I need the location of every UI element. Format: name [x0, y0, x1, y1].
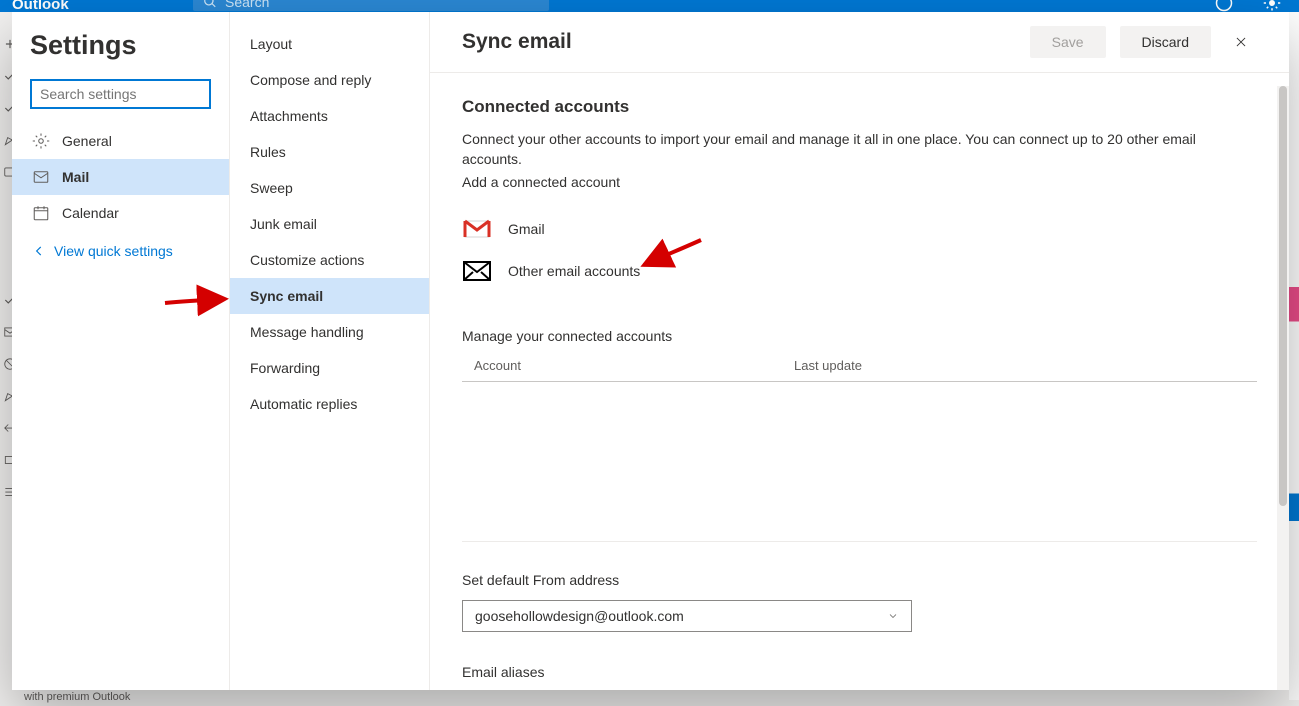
settings-dialog: Settings General Mail Calendar View quic… — [12, 12, 1289, 690]
sub-label: Sync email — [250, 288, 323, 304]
add-gmail-option[interactable]: Gmail — [462, 208, 1257, 250]
gmail-icon — [462, 219, 492, 239]
sub-label: Automatic replies — [250, 396, 357, 412]
sub-rules[interactable]: Rules — [230, 134, 429, 170]
category-general[interactable]: General — [12, 123, 229, 159]
sub-customize-actions[interactable]: Customize actions — [230, 242, 429, 278]
sub-automatic-replies[interactable]: Automatic replies — [230, 386, 429, 422]
gear-icon — [32, 132, 50, 150]
sub-label: Compose and reply — [250, 72, 371, 88]
settings-search[interactable] — [30, 79, 211, 109]
sub-label: Rules — [250, 144, 286, 160]
header-icons — [1215, 0, 1281, 12]
col-last-update: Last update — [794, 358, 862, 373]
sub-label: Sweep — [250, 180, 293, 196]
mail-icon — [32, 168, 50, 186]
pane-scrollbar-track[interactable] — [1277, 86, 1289, 690]
chevron-left-icon — [32, 244, 46, 258]
sub-junk-email[interactable]: Junk email — [230, 206, 429, 242]
background-text-snippet: with premium Outlook — [19, 688, 135, 706]
close-button[interactable] — [1225, 26, 1257, 58]
accounts-table-header: Account Last update — [462, 358, 1257, 382]
add-gmail-label: Gmail — [508, 221, 545, 237]
default-from-select[interactable]: goosehollowdesign@outlook.com — [462, 600, 912, 632]
pane-scrollbar-thumb[interactable] — [1279, 86, 1287, 506]
accounts-table-empty — [462, 382, 1257, 542]
email-aliases-label: Email aliases — [462, 664, 1257, 680]
add-other-email-option[interactable]: Other email accounts — [462, 250, 1257, 292]
connected-accounts-desc: Connect your other accounts to import yo… — [462, 129, 1257, 170]
pane-header: Sync email Save Discard — [430, 12, 1289, 73]
chevron-down-icon — [887, 610, 899, 622]
right-edge-background — [1289, 12, 1299, 700]
sub-label: Attachments — [250, 108, 328, 124]
sub-label: Layout — [250, 36, 292, 52]
col-account: Account — [474, 358, 794, 373]
global-search[interactable]: Search — [193, 0, 549, 11]
default-from-value: goosehollowdesign@outlook.com — [475, 608, 684, 624]
connected-accounts-heading: Connected accounts — [462, 97, 1257, 117]
calendar-icon — [32, 204, 50, 222]
app-header: Outlook Search — [0, 0, 1299, 12]
settings-main-pane: Sync email Save Discard Connected accoun… — [430, 12, 1289, 690]
sub-layout[interactable]: Layout — [230, 26, 429, 62]
settings-subcategories-column: Layout Compose and reply Attachments Rul… — [230, 12, 430, 690]
add-account-label: Add a connected account — [462, 174, 1257, 190]
default-from-label: Set default From address — [462, 572, 1257, 588]
sub-sweep[interactable]: Sweep — [230, 170, 429, 206]
mail-icon — [462, 261, 492, 281]
settings-search-input[interactable] — [40, 86, 201, 102]
sub-label: Forwarding — [250, 360, 320, 376]
sub-forwarding[interactable]: Forwarding — [230, 350, 429, 386]
pane-header-buttons: Save Discard — [1030, 26, 1257, 58]
pane-title: Sync email — [462, 30, 572, 54]
close-icon — [1234, 35, 1248, 49]
save-button[interactable]: Save — [1030, 26, 1106, 58]
sub-label: Customize actions — [250, 252, 364, 268]
manage-accounts-label: Manage your connected accounts — [462, 328, 1257, 344]
sub-compose-reply[interactable]: Compose and reply — [230, 62, 429, 98]
settings-categories-column: Settings General Mail Calendar View quic… — [12, 12, 230, 690]
category-calendar[interactable]: Calendar — [12, 195, 229, 231]
gear-icon[interactable] — [1263, 0, 1281, 12]
sub-label: Junk email — [250, 216, 317, 232]
settings-title: Settings — [12, 12, 229, 79]
view-quick-settings-link[interactable]: View quick settings — [12, 231, 229, 271]
search-icon — [203, 0, 217, 9]
category-mail[interactable]: Mail — [12, 159, 229, 195]
sub-sync-email[interactable]: Sync email — [230, 278, 429, 314]
global-search-placeholder: Search — [225, 0, 269, 10]
discard-button[interactable]: Discard — [1120, 26, 1211, 58]
category-label: Calendar — [62, 205, 119, 221]
sub-attachments[interactable]: Attachments — [230, 98, 429, 134]
category-label: General — [62, 133, 112, 149]
help-icon[interactable] — [1215, 0, 1233, 12]
view-quick-label: View quick settings — [54, 243, 173, 259]
category-label: Mail — [62, 169, 89, 185]
sub-label: Message handling — [250, 324, 364, 340]
add-other-email-label: Other email accounts — [508, 263, 640, 279]
pane-body: Connected accounts Connect your other ac… — [430, 73, 1289, 690]
sub-message-handling[interactable]: Message handling — [230, 314, 429, 350]
